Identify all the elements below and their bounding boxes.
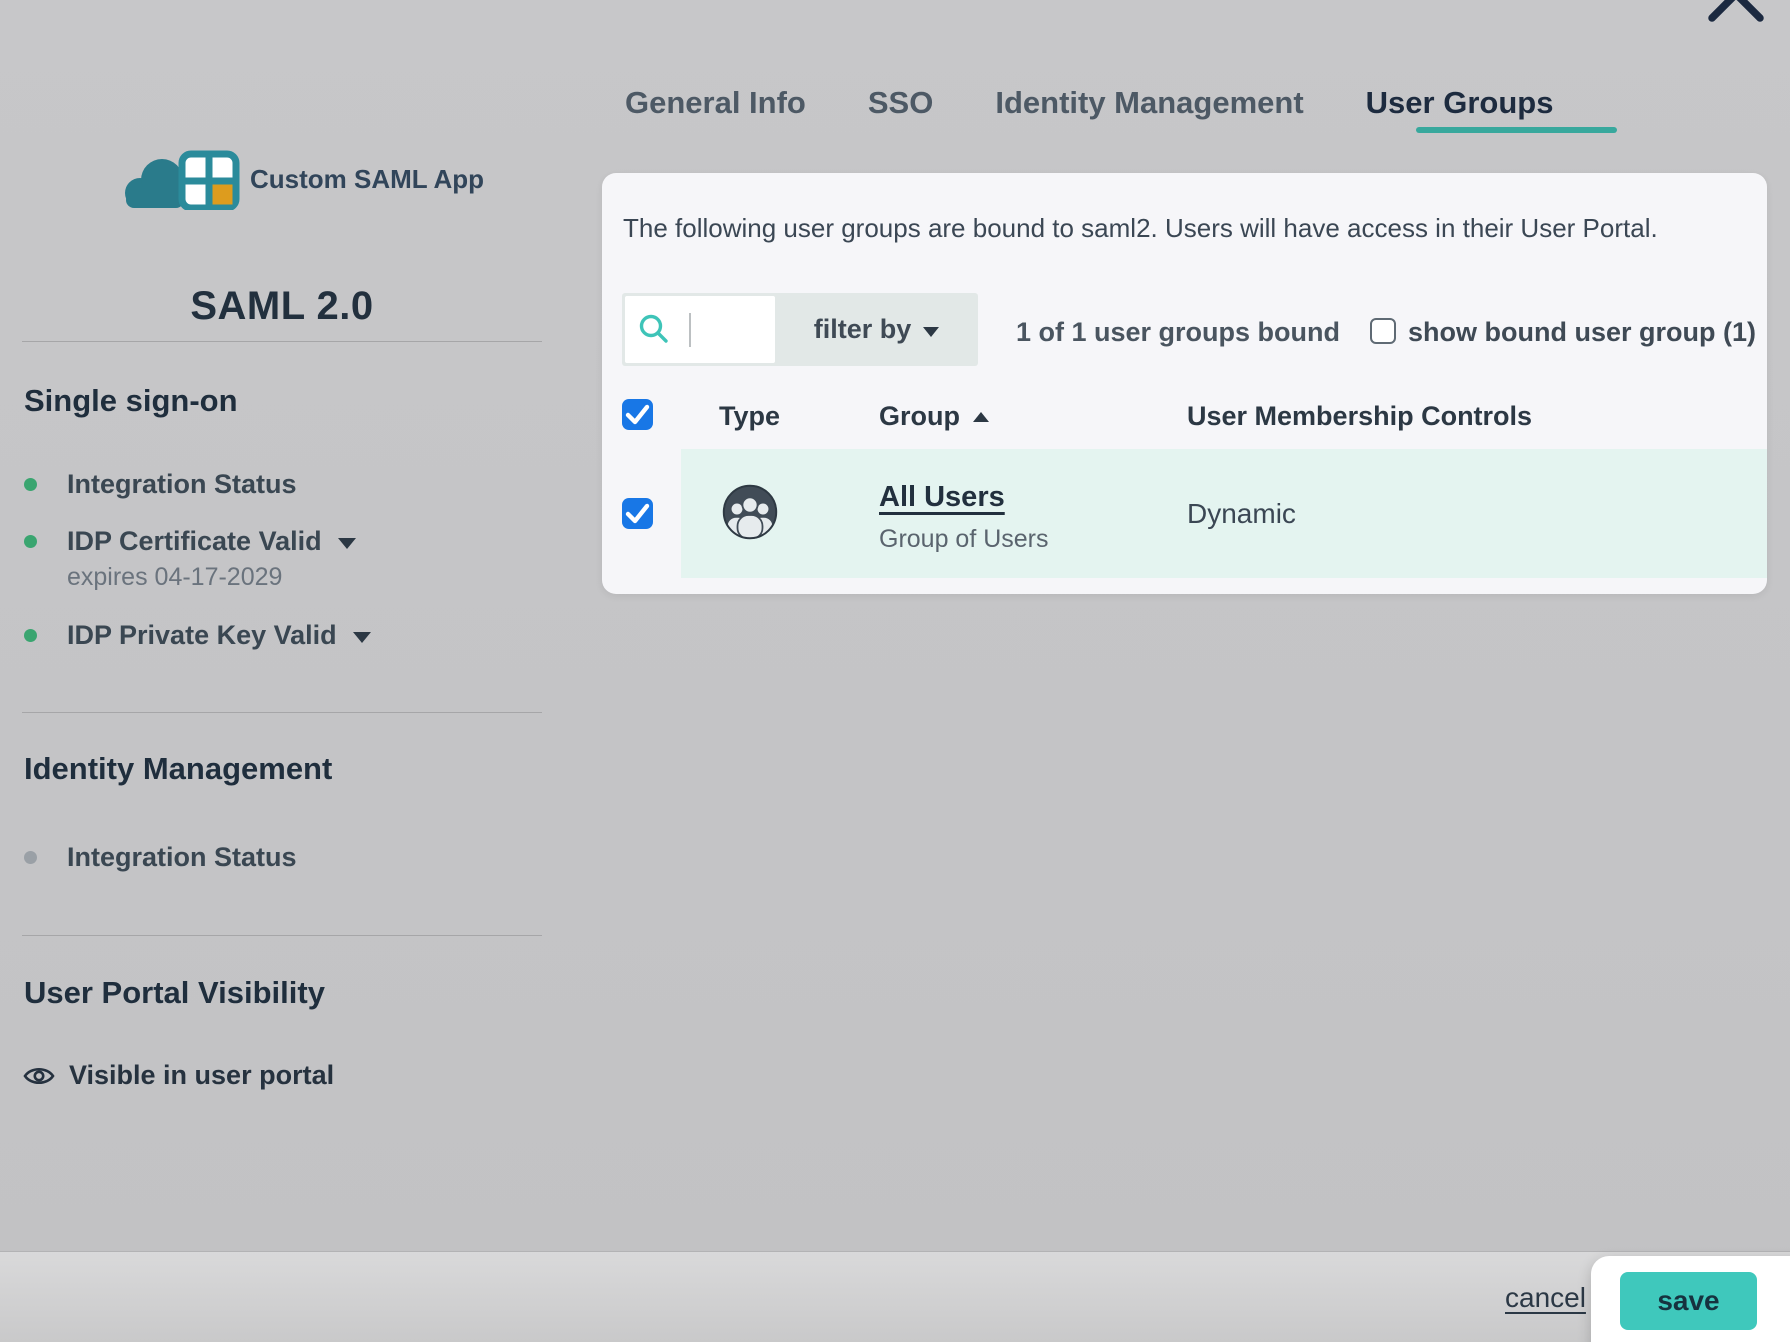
section-title-single-sign-on: Single sign-on: [24, 383, 238, 419]
save-button-highlight-card: save: [1591, 1256, 1790, 1342]
sso-integration-status: Integration Status: [24, 469, 297, 500]
tab-sso[interactable]: SSO: [868, 85, 933, 121]
status-dot-gray-icon: [24, 851, 37, 864]
search-icon: [638, 313, 670, 345]
save-button[interactable]: save: [1620, 1272, 1757, 1330]
tab-bar: General Info SSO Identity Management Use…: [625, 85, 1553, 121]
chevron-down-icon: [923, 327, 939, 337]
checkmark-icon: [622, 399, 653, 430]
visible-in-user-portal: Visible in user portal: [22, 1060, 334, 1091]
filter-by-dropdown[interactable]: filter by: [775, 293, 978, 366]
search-input[interactable]: [625, 296, 775, 363]
visible-in-user-portal-label: Visible in user portal: [69, 1060, 334, 1091]
idp-certificate-valid[interactable]: IDP Certificate Valid: [24, 526, 356, 557]
row-checkbox[interactable]: [622, 498, 653, 529]
show-bound-user-group-label: show bound user group (1): [1408, 317, 1756, 348]
section-title-user-portal-visibility: User Portal Visibility: [24, 975, 325, 1011]
filter-bar: filter by: [622, 293, 978, 366]
user-group-avatar: [722, 484, 778, 540]
column-header-type-label: Type: [719, 401, 780, 432]
protocol-title: SAML 2.0: [22, 284, 542, 329]
bound-groups-count: 1 of 1 user groups bound: [1016, 317, 1340, 348]
chevron-down-icon[interactable]: [353, 632, 371, 643]
select-all-checkbox[interactable]: [622, 399, 653, 430]
column-header-group-label: Group: [879, 401, 960, 432]
custom-saml-app-logo-icon: [116, 146, 244, 210]
checkmark-icon: [622, 498, 653, 529]
sidebar-divider: [22, 341, 542, 342]
group-type-label: Group of Users: [879, 525, 1049, 554]
text-cursor: [689, 313, 691, 347]
section-title-identity-management: Identity Management: [24, 751, 332, 787]
tab-general-info[interactable]: General Info: [625, 85, 806, 121]
chevron-down-icon[interactable]: [338, 538, 356, 549]
filter-by-label: filter by: [814, 314, 912, 345]
sidebar-divider: [22, 712, 542, 713]
close-icon[interactable]: [1700, 0, 1772, 30]
sidebar-divider: [22, 935, 542, 936]
show-bound-user-group-checkbox[interactable]: show bound user group (1): [1370, 317, 1756, 348]
sso-integration-status-label: Integration Status: [67, 469, 297, 500]
idp-certificate-valid-label: IDP Certificate Valid: [67, 526, 322, 557]
app-name: Custom SAML App: [250, 164, 484, 195]
idp-private-key-valid[interactable]: IDP Private Key Valid: [24, 620, 371, 651]
cancel-button[interactable]: cancel: [1505, 1282, 1586, 1314]
column-header-membership-label: User Membership Controls: [1187, 401, 1532, 432]
column-header-group[interactable]: Group: [879, 401, 989, 432]
tab-identity-management[interactable]: Identity Management: [995, 85, 1303, 121]
saml-app-config-modal: Custom SAML App SAML 2.0 Single sign-on …: [0, 0, 1790, 1342]
membership-controls-value: Dynamic: [1187, 498, 1296, 530]
column-header-user-membership-controls: User Membership Controls: [1187, 401, 1532, 432]
eye-icon: [22, 1064, 56, 1088]
sort-ascending-icon: [973, 412, 989, 422]
status-dot-green-icon: [24, 629, 37, 642]
user-groups-panel: The following user groups are bound to s…: [602, 173, 1767, 594]
active-tab-underline: [1416, 127, 1617, 133]
status-dot-green-icon: [24, 478, 37, 491]
tab-user-groups[interactable]: User Groups: [1366, 85, 1554, 121]
column-header-type: Type: [719, 401, 780, 432]
idp-private-key-valid-label: IDP Private Key Valid: [67, 620, 337, 651]
idp-certificate-expiry: expires 04-17-2029: [67, 563, 282, 592]
checkbox-unchecked[interactable]: [1370, 318, 1396, 344]
status-dot-green-icon: [24, 535, 37, 548]
group-name-link[interactable]: All Users: [879, 481, 1005, 514]
panel-description: The following user groups are bound to s…: [623, 213, 1658, 244]
idm-integration-status-label: Integration Status: [67, 842, 297, 873]
idm-integration-status: Integration Status: [24, 842, 297, 873]
